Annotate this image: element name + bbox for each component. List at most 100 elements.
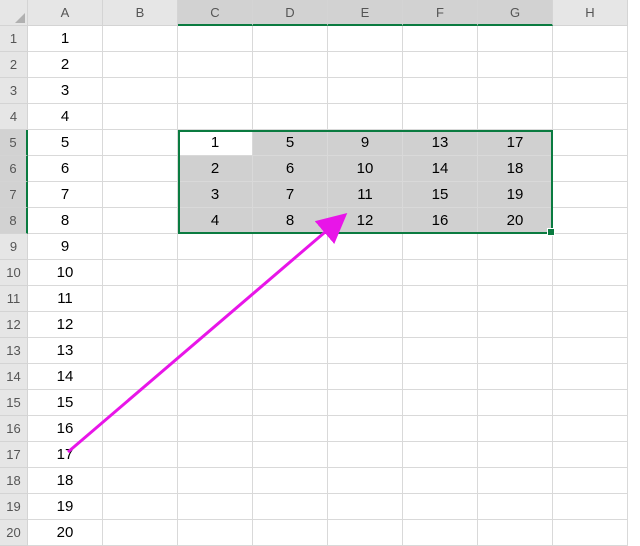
row-header[interactable]: 6 bbox=[0, 156, 28, 182]
cell[interactable]: 8 bbox=[253, 208, 328, 234]
cell[interactable] bbox=[103, 416, 178, 442]
cell[interactable]: 3 bbox=[28, 78, 103, 104]
cell[interactable] bbox=[103, 520, 178, 546]
cell[interactable] bbox=[403, 494, 478, 520]
cell[interactable]: 4 bbox=[178, 208, 253, 234]
cell[interactable] bbox=[253, 260, 328, 286]
cell[interactable] bbox=[103, 364, 178, 390]
cell[interactable]: 12 bbox=[328, 208, 403, 234]
cell[interactable] bbox=[403, 468, 478, 494]
cell[interactable]: 2 bbox=[28, 52, 103, 78]
cell[interactable] bbox=[178, 364, 253, 390]
cell[interactable] bbox=[178, 312, 253, 338]
cell-active[interactable]: 1 bbox=[178, 130, 253, 156]
row-header[interactable]: 3 bbox=[0, 78, 28, 104]
cell[interactable]: 14 bbox=[403, 156, 478, 182]
cell[interactable] bbox=[553, 78, 628, 104]
row-header[interactable]: 12 bbox=[0, 312, 28, 338]
cell[interactable] bbox=[553, 104, 628, 130]
cell[interactable] bbox=[403, 260, 478, 286]
cell[interactable] bbox=[178, 390, 253, 416]
cell[interactable] bbox=[328, 338, 403, 364]
cell[interactable]: 11 bbox=[328, 182, 403, 208]
spreadsheet-grid[interactable]: A B C D E F G H 1 1 2 2 3 3 4 4 5 5 1 5 … bbox=[0, 0, 640, 546]
cell[interactable] bbox=[253, 364, 328, 390]
cell[interactable] bbox=[328, 442, 403, 468]
cell[interactable] bbox=[478, 338, 553, 364]
col-header-g[interactable]: G bbox=[478, 0, 553, 26]
row-header[interactable]: 5 bbox=[0, 130, 28, 156]
cell[interactable] bbox=[103, 26, 178, 52]
cell[interactable] bbox=[328, 390, 403, 416]
col-header-e[interactable]: E bbox=[328, 0, 403, 26]
cell[interactable]: 6 bbox=[28, 156, 103, 182]
col-header-d[interactable]: D bbox=[253, 0, 328, 26]
cell[interactable] bbox=[478, 494, 553, 520]
cell[interactable] bbox=[403, 416, 478, 442]
cell[interactable] bbox=[178, 286, 253, 312]
cell[interactable] bbox=[553, 234, 628, 260]
cell[interactable] bbox=[103, 182, 178, 208]
cell[interactable]: 5 bbox=[28, 130, 103, 156]
cell[interactable] bbox=[178, 26, 253, 52]
cell[interactable]: 10 bbox=[328, 156, 403, 182]
row-header[interactable]: 11 bbox=[0, 286, 28, 312]
cell[interactable] bbox=[553, 416, 628, 442]
cell[interactable]: 5 bbox=[253, 130, 328, 156]
cell[interactable] bbox=[178, 494, 253, 520]
cell[interactable] bbox=[478, 312, 553, 338]
cell[interactable] bbox=[478, 104, 553, 130]
cell[interactable] bbox=[553, 338, 628, 364]
cell[interactable] bbox=[253, 234, 328, 260]
cell[interactable]: 9 bbox=[28, 234, 103, 260]
cell[interactable] bbox=[553, 156, 628, 182]
cell[interactable] bbox=[253, 390, 328, 416]
cell[interactable]: 10 bbox=[28, 260, 103, 286]
col-header-b[interactable]: B bbox=[103, 0, 178, 26]
cell[interactable] bbox=[253, 78, 328, 104]
cell[interactable] bbox=[103, 390, 178, 416]
cell[interactable] bbox=[478, 26, 553, 52]
cell[interactable] bbox=[403, 312, 478, 338]
cell[interactable]: 7 bbox=[28, 182, 103, 208]
cell[interactable] bbox=[478, 416, 553, 442]
cell[interactable] bbox=[103, 494, 178, 520]
cell[interactable] bbox=[553, 26, 628, 52]
cell[interactable] bbox=[178, 416, 253, 442]
cell[interactable] bbox=[253, 26, 328, 52]
cell[interactable] bbox=[478, 234, 553, 260]
cell[interactable] bbox=[553, 260, 628, 286]
cell[interactable]: 6 bbox=[253, 156, 328, 182]
cell[interactable]: 7 bbox=[253, 182, 328, 208]
row-header[interactable]: 13 bbox=[0, 338, 28, 364]
cell[interactable] bbox=[328, 260, 403, 286]
cell[interactable] bbox=[553, 130, 628, 156]
cell[interactable] bbox=[103, 338, 178, 364]
cell[interactable]: 12 bbox=[28, 312, 103, 338]
cell[interactable] bbox=[328, 364, 403, 390]
cell[interactable] bbox=[328, 78, 403, 104]
cell[interactable] bbox=[403, 286, 478, 312]
cell[interactable] bbox=[553, 468, 628, 494]
col-header-h[interactable]: H bbox=[553, 0, 628, 26]
cell[interactable] bbox=[328, 520, 403, 546]
cell[interactable] bbox=[478, 468, 553, 494]
cell[interactable] bbox=[103, 208, 178, 234]
cell[interactable]: 20 bbox=[28, 520, 103, 546]
cell[interactable] bbox=[478, 520, 553, 546]
cell[interactable] bbox=[403, 52, 478, 78]
cell[interactable]: 17 bbox=[28, 442, 103, 468]
cell[interactable] bbox=[103, 442, 178, 468]
cell[interactable] bbox=[253, 468, 328, 494]
cell[interactable] bbox=[103, 234, 178, 260]
cell[interactable] bbox=[403, 78, 478, 104]
cell[interactable] bbox=[553, 494, 628, 520]
cell[interactable] bbox=[403, 442, 478, 468]
cell[interactable]: 1 bbox=[28, 26, 103, 52]
cell[interactable] bbox=[103, 468, 178, 494]
col-header-f[interactable]: F bbox=[403, 0, 478, 26]
cell[interactable] bbox=[103, 78, 178, 104]
cell[interactable]: 13 bbox=[403, 130, 478, 156]
row-header[interactable]: 16 bbox=[0, 416, 28, 442]
cell[interactable] bbox=[253, 312, 328, 338]
